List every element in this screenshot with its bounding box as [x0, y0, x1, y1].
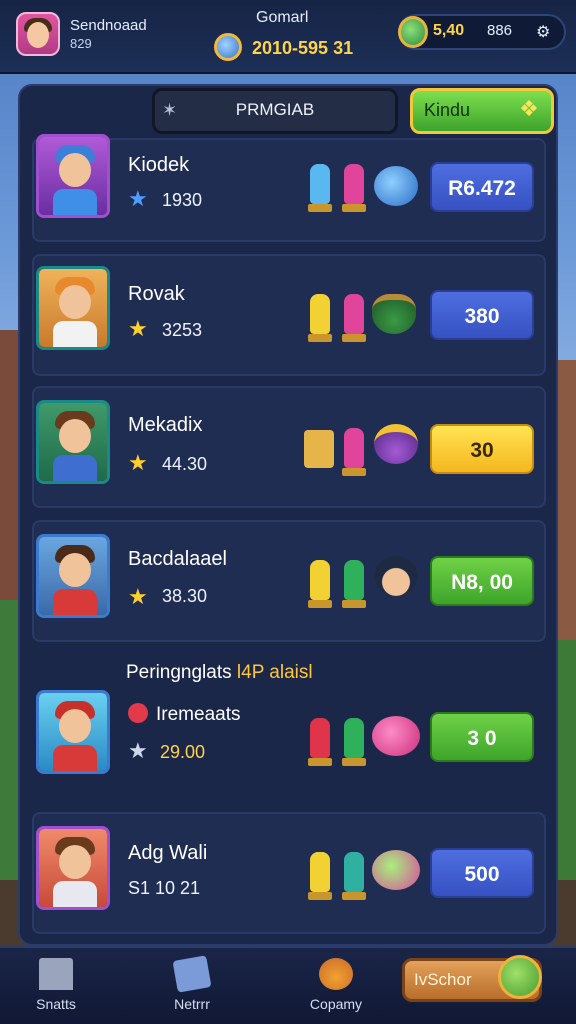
star-icon: ★	[128, 186, 148, 211]
star-icon: ★	[128, 738, 148, 763]
crystal-base	[342, 758, 366, 766]
crystal-base	[308, 758, 332, 766]
pot-icon	[372, 294, 416, 334]
character-icon	[374, 556, 418, 596]
crystal-base	[342, 600, 366, 608]
crystal-icon	[344, 164, 364, 204]
kind-button-label: Kindu	[424, 100, 471, 120]
price-button[interactable]: N8, 00	[430, 556, 534, 606]
sparkle-icon: ❖	[519, 96, 539, 121]
building-icon	[39, 958, 73, 990]
orb-icon	[372, 850, 420, 890]
orb-icon	[374, 166, 418, 206]
avatar-face	[27, 22, 49, 48]
hero-name: Bacdalaael	[128, 548, 227, 570]
hero-score: 29.00	[160, 742, 206, 762]
tab-main-label: PRMGIAB	[235, 100, 315, 119]
crystal-icon	[310, 852, 330, 892]
hero-portrait	[36, 534, 110, 618]
mail-icon	[172, 955, 212, 993]
nav-item-company[interactable]: Copamy	[286, 946, 386, 1024]
coin-icon	[214, 33, 242, 61]
nav-item-stats[interactable]: Snatts	[6, 946, 106, 1024]
resource-count: 886	[487, 22, 513, 39]
nav-label: Snatts	[36, 996, 76, 1012]
crystal-icon	[310, 560, 330, 600]
coin-value: 2010-595 31	[252, 38, 354, 58]
hero-name: Rovak	[128, 283, 185, 305]
crystal-base	[342, 468, 366, 476]
nav-label: Netrrr	[174, 996, 210, 1012]
gem-icon	[398, 16, 428, 48]
crystal-icon	[344, 718, 364, 758]
price-button[interactable]: 30	[430, 424, 534, 474]
crystal-icon	[344, 294, 364, 334]
card-icon	[304, 430, 334, 468]
currency-label: Gomarl	[256, 9, 309, 26]
hero-portrait	[36, 134, 110, 218]
hero-portrait	[36, 400, 110, 484]
player-level: 829	[70, 36, 92, 51]
crystal-base	[308, 892, 332, 900]
player-avatar[interactable]	[16, 12, 60, 56]
crystal-base	[342, 204, 366, 212]
crystal-icon	[344, 560, 364, 600]
shop-button-label: IvSchor	[414, 970, 472, 989]
hero-name: Iremeaats	[156, 704, 241, 725]
hero-score: S1 10 21	[128, 878, 201, 898]
crystal-base	[308, 334, 332, 342]
hero-name: Mekadix	[128, 414, 203, 436]
star-icon: ★	[128, 316, 148, 341]
player-name: Sendnoaad	[70, 17, 147, 34]
hero-portrait	[36, 266, 110, 350]
price-button[interactable]: R6.472	[430, 162, 534, 212]
star-icon: ★	[128, 584, 148, 609]
crystal-icon	[344, 852, 364, 892]
hero-score: 38.30	[162, 586, 208, 606]
crystal-base	[308, 600, 332, 608]
star-icon: ★	[128, 450, 148, 475]
shop-icon	[498, 955, 542, 999]
crystal-base	[308, 204, 332, 212]
orb-icon	[372, 716, 420, 756]
price-button[interactable]: 3 0	[430, 712, 534, 762]
crystal-base	[342, 334, 366, 342]
resource-gem-count: 5,40	[433, 22, 465, 39]
crystal-icon	[310, 294, 330, 334]
character-icon	[374, 424, 418, 464]
crystal-icon	[310, 718, 330, 758]
price-button[interactable]: 380	[430, 290, 534, 340]
heart-icon	[128, 703, 148, 723]
hero-portrait	[36, 690, 110, 774]
crystal-base	[342, 892, 366, 900]
price-button[interactable]: 500	[430, 848, 534, 898]
settings-icon[interactable]: ⚙	[536, 22, 550, 42]
nav-item-news[interactable]: Netrrr	[142, 946, 242, 1024]
hero-name: Kiodek	[128, 154, 190, 176]
crystal-icon	[344, 428, 364, 468]
hero-name: Adg Wali	[128, 842, 208, 864]
crystal-icon	[310, 164, 330, 204]
hero-score: 44.30	[162, 454, 208, 474]
hero-score: 1930	[162, 190, 203, 210]
hero-portrait	[36, 826, 110, 910]
pot-icon	[319, 958, 353, 990]
hero-score: 3253	[162, 320, 203, 340]
nav-label: Copamy	[309, 996, 363, 1012]
